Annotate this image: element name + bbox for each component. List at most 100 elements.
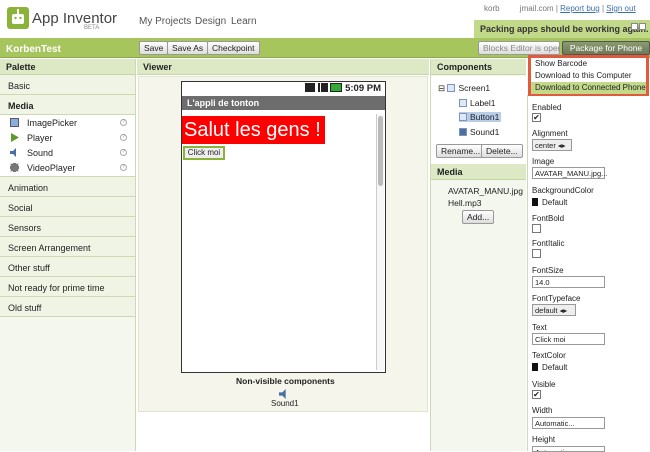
package-menu: Show Barcode Download to this Computer D…	[528, 55, 649, 96]
palette-category-social[interactable]: Social	[0, 197, 135, 217]
app-title: App Inventor	[32, 10, 118, 27]
prop-width-label: Width	[532, 406, 553, 415]
beta-label: BETA	[84, 25, 100, 31]
checkpoint-button[interactable]: Checkpoint	[207, 41, 260, 55]
notice-banner: Packing apps should be working again.	[474, 20, 650, 38]
phone-status-bar: 5:09 PM	[182, 82, 385, 96]
prop-alignment-label: Alignment	[532, 129, 568, 138]
rename-button[interactable]: Rename...	[436, 144, 486, 158]
palette-category-animation[interactable]: Animation	[0, 177, 135, 197]
prop-visible-checkbox[interactable]: ✔	[532, 390, 541, 399]
prop-fontbold-checkbox[interactable]	[532, 224, 541, 233]
palette-category-media[interactable]: Media	[0, 95, 135, 115]
speaker-icon	[279, 389, 286, 399]
user-name: korb	[484, 4, 500, 13]
media-item-hell-mp3[interactable]: Hell.mp3	[448, 198, 482, 208]
menu-show-barcode[interactable]: Show Barcode	[531, 58, 646, 70]
palette-item-imagepicker[interactable]: ImagePicker?	[0, 115, 135, 130]
palette-item-label: ImagePicker	[27, 118, 78, 128]
tree-button1[interactable]: Button1	[459, 112, 502, 122]
properties-panel: Enabled ✔ Alignment center ◂▸ Image AVAT…	[527, 95, 650, 452]
palette-category-old-stuff[interactable]: Old stuff	[0, 297, 135, 317]
screen-icon	[447, 84, 456, 92]
nav-design[interactable]: Design	[195, 16, 226, 27]
prop-textcolor-value: Default	[542, 363, 568, 372]
prop-bgcolor-field[interactable]: Default	[532, 198, 567, 207]
minimize-icon[interactable]	[631, 23, 638, 30]
top-links: korb jmail.com | Report bug | Sign out	[484, 4, 636, 13]
palette-category-other-stuff[interactable]: Other stuff	[0, 257, 135, 277]
menu-download-computer[interactable]: Download to this Computer	[531, 70, 646, 82]
palette-category-not-ready[interactable]: Not ready for prime time	[0, 277, 135, 297]
tree-label: Label1	[470, 98, 496, 108]
phone-scrollbar[interactable]	[376, 114, 384, 370]
save-button[interactable]: Save	[139, 41, 169, 55]
palette-item-player[interactable]: Player?	[0, 130, 135, 145]
palette-item-label: VideoPlayer	[27, 163, 76, 173]
battery-icon	[330, 83, 343, 92]
nav-my-projects[interactable]: My Projects	[139, 16, 191, 27]
prop-height-field[interactable]: Automatic...	[532, 446, 605, 452]
prop-fontbold-label: FontBold	[532, 214, 565, 223]
palette-title: Palette	[0, 59, 135, 75]
blocks-editor-button[interactable]: Blocks Editor is open	[478, 41, 560, 55]
palette-item-sound[interactable]: Sound?	[0, 145, 135, 160]
speaker-icon	[10, 148, 16, 157]
palette-item-label: Sound	[27, 148, 54, 158]
notice-text: Packing apps should be working again.	[480, 24, 649, 34]
nonvisible-title: Non-visible components	[236, 376, 335, 386]
network-icon	[305, 83, 316, 92]
prop-fontitalic-checkbox[interactable]	[532, 249, 541, 258]
media-item-avatar[interactable]: AVATAR_MANU.jpg	[448, 186, 523, 196]
prop-image-field[interactable]: AVATAR_MANU.jpg...	[532, 167, 607, 179]
label1-preview[interactable]: Salut les gens !	[182, 116, 325, 144]
separator: |	[601, 4, 605, 13]
palette-category-basic[interactable]: Basic	[0, 75, 135, 95]
prop-fontitalic-label: FontItalic	[532, 239, 565, 248]
help-icon[interactable]: ?	[120, 164, 127, 171]
tree-screen1[interactable]: ⊟ Screen1	[438, 83, 490, 94]
prop-textcolor-field[interactable]: Default	[532, 363, 567, 372]
prop-fontsize-field[interactable]: 14.0	[532, 276, 605, 288]
help-icon[interactable]: ?	[120, 119, 127, 126]
nonvisible-sound1[interactable]: Sound1	[271, 399, 299, 408]
prop-enabled-checkbox[interactable]: ✔	[532, 113, 541, 122]
tree-label: Sound1	[470, 127, 500, 137]
sign-out-link[interactable]: Sign out	[606, 4, 635, 13]
palette-item-videoplayer[interactable]: VideoPlayer?	[0, 160, 135, 177]
color-swatch	[532, 198, 538, 206]
prop-bgcolor-label: BackgroundColor	[532, 186, 594, 195]
save-as-button[interactable]: Save As	[167, 41, 209, 55]
collapse-icon[interactable]: ⊟	[438, 83, 447, 93]
delete-button[interactable]: Delete...	[481, 144, 523, 158]
screen-title-bar: L'appli de tonton	[182, 96, 385, 110]
prop-width-field[interactable]: Automatic...	[532, 417, 605, 429]
tree-label: Screen1	[458, 83, 491, 93]
prop-text-field[interactable]: Click moi	[532, 333, 605, 345]
palette-panel: Palette Basic Media ImagePicker? Player?…	[0, 59, 136, 451]
help-icon[interactable]: ?	[120, 134, 127, 141]
phone-time: 5:09 PM	[345, 83, 381, 94]
prop-image-label: Image	[532, 157, 555, 166]
report-bug-link[interactable]: Report bug	[560, 4, 600, 13]
menu-download-connected-phone[interactable]: Download to Connected Phone	[531, 82, 646, 94]
components-title: Components	[431, 59, 526, 75]
palette-category-sensors[interactable]: Sensors	[0, 217, 135, 237]
scroll-thumb[interactable]	[378, 116, 383, 186]
prop-text-label: Text	[532, 323, 547, 332]
package-for-phone-button[interactable]: Package for Phone ▾	[562, 41, 650, 64]
button1-preview[interactable]: Click moi	[183, 146, 225, 160]
prop-alignment-select[interactable]: center ◂▸	[532, 139, 572, 151]
tree-label1[interactable]: Label1	[459, 98, 496, 108]
prop-fonttypeface-label: FontTypeface	[532, 294, 581, 303]
help-icon[interactable]: ?	[120, 149, 127, 156]
palette-category-screen-arrangement[interactable]: Screen Arrangement	[0, 237, 135, 257]
close-icon[interactable]	[639, 23, 646, 30]
tree-sound1[interactable]: Sound1	[459, 127, 499, 137]
add-media-button[interactable]: Add...	[462, 210, 495, 224]
nav-learn[interactable]: Learn	[231, 16, 257, 27]
label-icon	[459, 99, 467, 107]
image-picker-icon	[10, 118, 19, 127]
signal-icon	[317, 83, 328, 92]
prop-fonttypeface-select[interactable]: default ◂▸	[532, 304, 576, 316]
